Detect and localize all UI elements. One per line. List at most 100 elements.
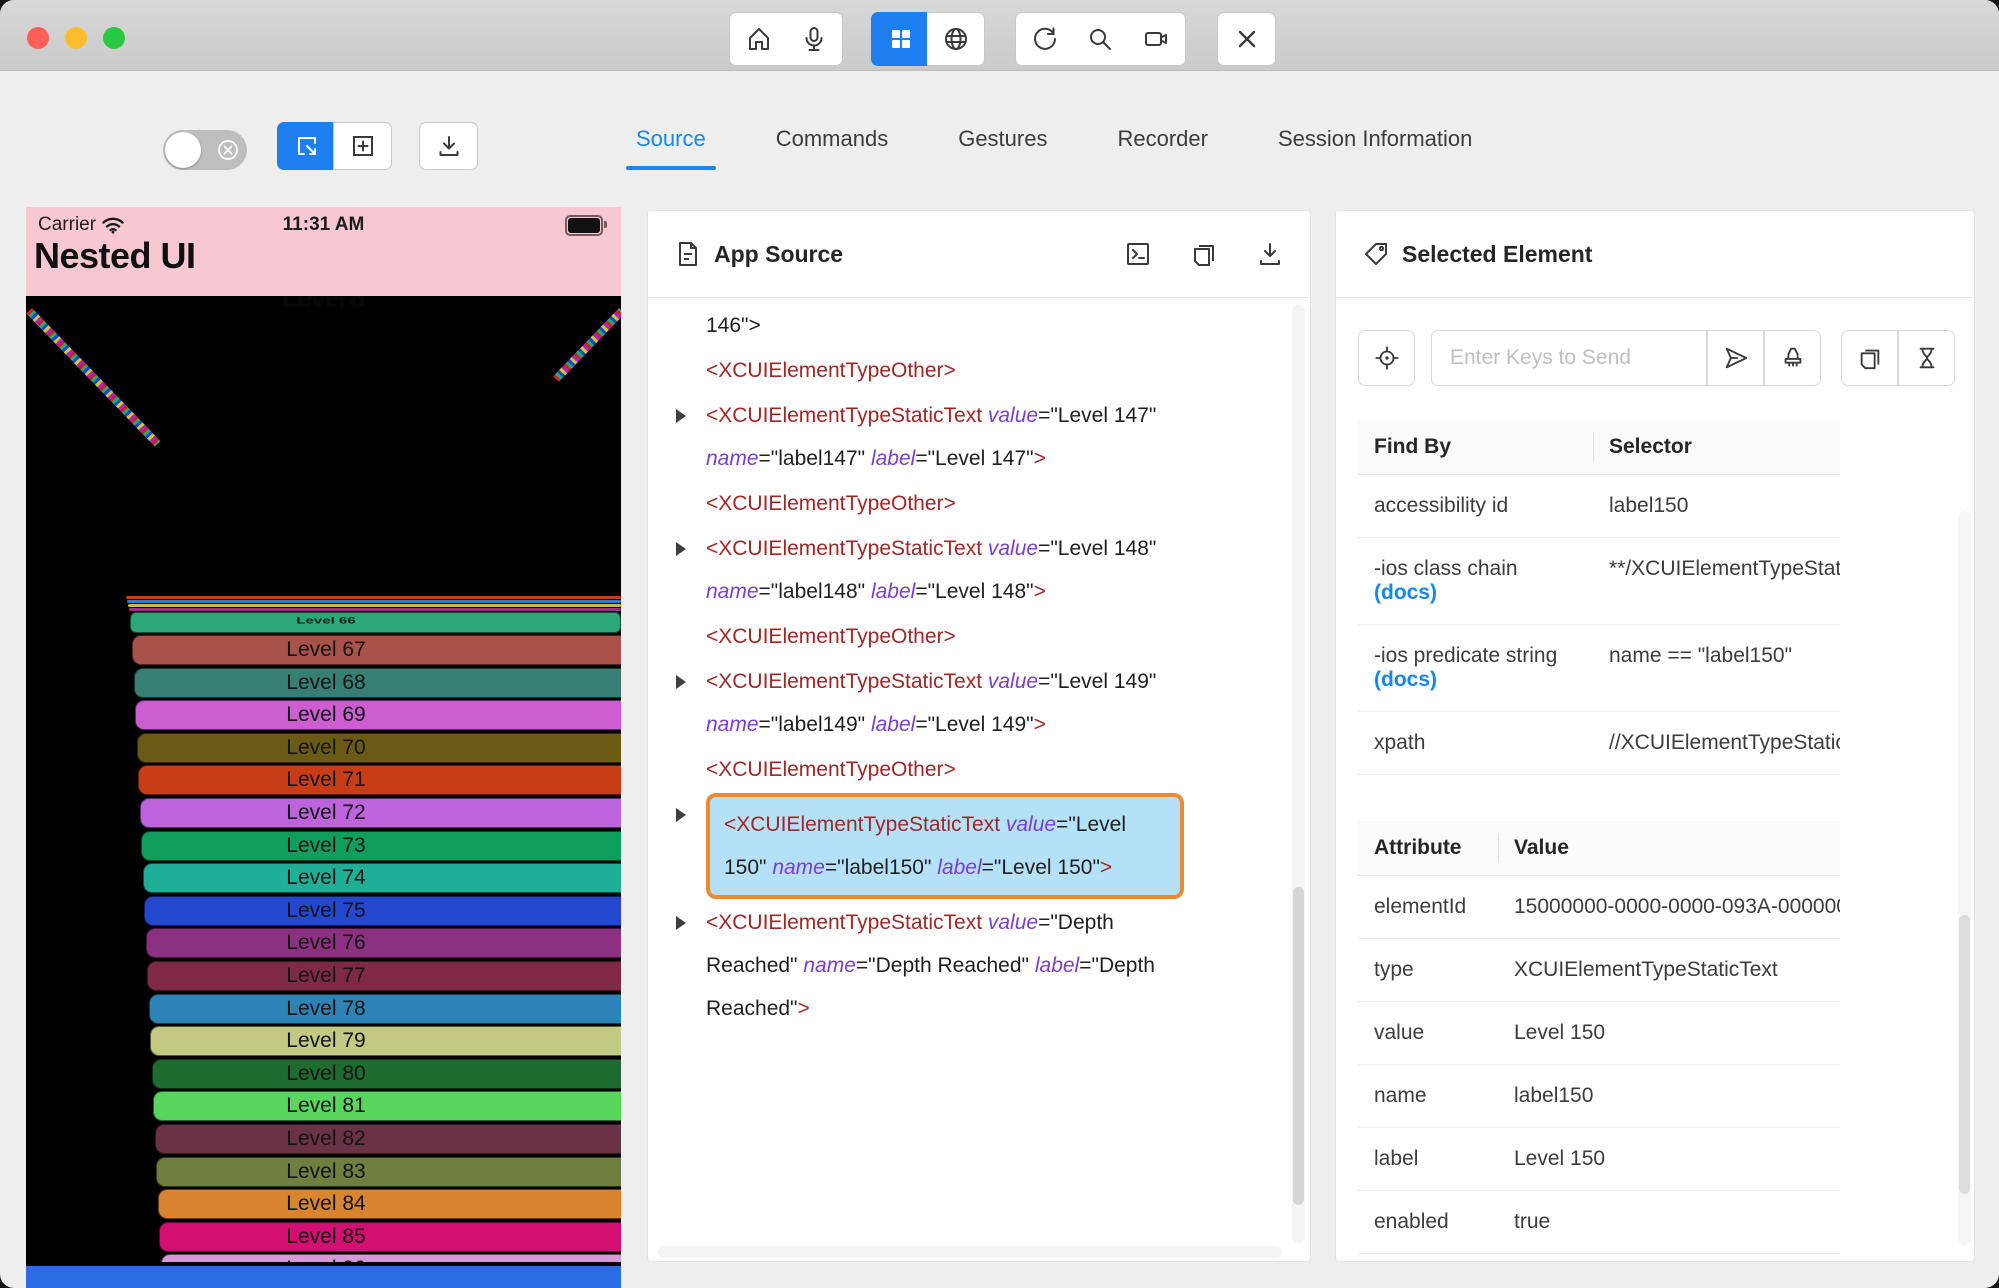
microphone-button[interactable] xyxy=(785,12,843,66)
expand-arrow-spacer xyxy=(676,304,706,319)
phone-header: Carrier 11:31 AM Nested UI xyxy=(26,207,621,296)
xml-node-text: <XCUIElementTypeOther> xyxy=(706,625,956,648)
xml-node[interactable]: <XCUIElementTypeStaticText value="Level … xyxy=(648,394,1310,480)
source-vertical-scrollbar[interactable] xyxy=(1292,305,1305,1243)
copy-attributes-button[interactable] xyxy=(1841,330,1898,386)
app-source-title: App Source xyxy=(714,240,844,267)
terminal-icon[interactable] xyxy=(1124,240,1152,268)
home-button[interactable] xyxy=(729,12,788,66)
xml-node[interactable]: <XCUIElementTypeOther> xyxy=(648,482,1310,525)
wait-for-element-button[interactable] xyxy=(1898,330,1955,386)
clock-label: 11:31 AM xyxy=(282,214,365,235)
selected-element-title: Selected Element xyxy=(1402,240,1593,267)
attributes-table-header: Attribute Value xyxy=(1358,821,1840,876)
tab-recorder[interactable]: Recorder xyxy=(1111,118,1213,170)
tab-session-information[interactable]: Session Information xyxy=(1272,118,1478,170)
traffic-light-close[interactable] xyxy=(27,27,49,49)
xml-node[interactable]: 146"> xyxy=(648,304,1310,347)
attribute-row: label Level 150 xyxy=(1358,1128,1840,1191)
find-by-strategy: -ios class chain (docs) xyxy=(1358,538,1593,624)
tab-gestures[interactable]: Gestures xyxy=(952,118,1053,170)
docs-link[interactable]: (docs) xyxy=(1374,668,1577,692)
level-label: Level 83 xyxy=(286,1159,366,1183)
xml-node[interactable]: <XCUIElementTypeOther> xyxy=(648,748,1310,791)
xml-node-text: <XCUIElementTypeOther> xyxy=(706,359,956,382)
download-icon xyxy=(439,136,458,156)
tab-source[interactable]: Source xyxy=(626,118,716,170)
screenshot-interaction-toggle[interactable] xyxy=(163,130,247,170)
find-by-row: -ios predicate string (docs) name == "labe… xyxy=(1358,625,1840,712)
locate-element-button[interactable] xyxy=(1358,330,1415,386)
level-label: Level 67 xyxy=(286,638,366,661)
selected-panel-scrollbar[interactable] xyxy=(1958,511,1971,1245)
find-by-table: Find By Selector accessibility id label15… xyxy=(1358,420,1840,775)
expand-arrow-spacer xyxy=(676,349,706,364)
xml-node-selected[interactable]: <XCUIElementTypeStaticText value="Level … xyxy=(648,793,1310,899)
attribute-col-header: Attribute xyxy=(1374,836,1462,859)
xml-node-text: 146"> xyxy=(706,314,761,337)
apps-grid-icon xyxy=(891,30,910,48)
traffic-light-minimize[interactable] xyxy=(65,27,87,49)
xml-node[interactable]: <XCUIElementTypeOther> xyxy=(648,349,1310,392)
selector-value: **/XCUIElementTypeStaticText[`r xyxy=(1609,557,1840,580)
depth-label-blob: Level 8 xyxy=(282,296,365,313)
level-label: Level 72 xyxy=(286,801,366,824)
compressed-level-strip xyxy=(128,604,621,607)
level-label: Level 73 xyxy=(286,833,366,857)
quit-session-button[interactable] xyxy=(1217,12,1276,66)
app-title: Nested UI xyxy=(34,235,196,276)
nested-borders-right xyxy=(553,308,621,382)
expand-arrow-icon[interactable] xyxy=(676,394,706,423)
xml-source-tree: 146"> <XCUIElementTypeOther> <XCUIElementT… xyxy=(648,298,1310,1030)
level-label: Level 79 xyxy=(286,1029,366,1053)
docs-link[interactable]: (docs) xyxy=(1374,581,1577,605)
app-source-header: App Source xyxy=(648,211,1310,298)
globe-button[interactable] xyxy=(927,12,985,66)
attribute-value: Level 150 xyxy=(1514,1021,1606,1044)
find-by-row: accessibility id label150 xyxy=(1358,475,1840,538)
find-by-table-header: Find By Selector xyxy=(1358,420,1840,475)
refresh-button[interactable] xyxy=(1015,12,1074,66)
level-label: Level 69 xyxy=(286,703,366,727)
xml-node[interactable]: <XCUIElementTypeOther> xyxy=(648,615,1310,658)
expand-arrow-icon[interactable] xyxy=(676,660,706,689)
level-label: Level 82 xyxy=(286,1127,366,1150)
copy-icon[interactable] xyxy=(1190,240,1218,268)
expand-arrow-icon[interactable] xyxy=(676,527,706,556)
expand-arrow-icon[interactable] xyxy=(676,901,706,930)
search-button[interactable] xyxy=(1071,12,1129,66)
expand-arrow-spacer xyxy=(676,482,706,497)
record-video-button[interactable] xyxy=(1127,12,1186,66)
level-label: Level 80 xyxy=(286,1061,366,1085)
wifi-icon xyxy=(102,217,124,234)
find-by-strategy: accessibility id xyxy=(1374,494,1509,517)
tab-commands[interactable]: Commands xyxy=(770,118,894,170)
copy-icon xyxy=(1860,349,1879,370)
level-label: Level 77 xyxy=(286,964,366,987)
nested-views-area[interactable]: Level 8 Level 66 Level 67 Level 68 Level 69… xyxy=(26,296,621,1262)
xml-node[interactable]: <XCUIElementTypeStaticText value="Level … xyxy=(648,660,1310,746)
device-screenshot-panel[interactable]: Carrier 11:31 AM Nested UI Level 8 Level… xyxy=(26,207,621,1288)
attribute-name: name xyxy=(1374,1084,1427,1107)
xml-node[interactable]: <XCUIElementTypeStaticText value="Level … xyxy=(648,527,1310,613)
select-element-button[interactable] xyxy=(277,122,336,170)
attribute-value: label150 xyxy=(1514,1084,1594,1107)
clear-button[interactable] xyxy=(1764,330,1821,386)
expand-arrow-icon[interactable] xyxy=(676,793,706,822)
source-horizontal-scrollbar[interactable] xyxy=(658,1246,1282,1258)
send-keys-input[interactable] xyxy=(1431,330,1707,386)
xml-node[interactable]: <XCUIElementTypeStaticText value="Depth … xyxy=(648,901,1310,1030)
download-icon[interactable] xyxy=(1256,240,1284,268)
level-label: Level 76 xyxy=(286,931,366,955)
swipe-by-coordinates-button[interactable] xyxy=(333,122,392,170)
file-icon xyxy=(679,242,697,266)
send-keys-button[interactable] xyxy=(1707,330,1764,386)
attributes-table: Attribute Value elementId 15000000-0000-0… xyxy=(1358,821,1840,1254)
apps-grid-button[interactable] xyxy=(871,12,930,66)
download-screenshot-button[interactable] xyxy=(419,122,478,170)
traffic-light-zoom[interactable] xyxy=(103,27,125,49)
attribute-name: value xyxy=(1374,1021,1425,1044)
element-actions-row xyxy=(1358,330,1974,386)
attribute-value: XCUIElementTypeStaticText xyxy=(1514,958,1778,981)
add-frame-icon xyxy=(352,136,373,156)
